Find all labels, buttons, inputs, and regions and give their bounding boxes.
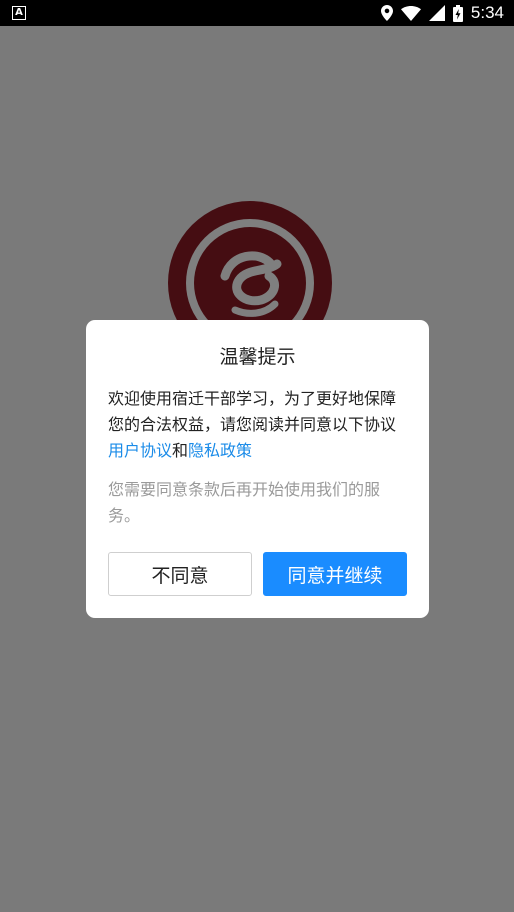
battery-charging-icon [452,4,463,22]
status-left: A [12,6,26,20]
agree-continue-button[interactable]: 同意并继续 [263,552,407,596]
status-time: 5:34 [470,3,504,22]
dialog-body: 欢迎使用宿迁干部学习，为了更好地保障您的合法权益，请您阅读并同意以下协议用户协议… [108,386,407,464]
dialog-buttons: 不同意 同意并继续 [108,552,407,596]
status-bar: A 5:34 [0,0,514,26]
privacy-dialog: 温馨提示 欢迎使用宿迁干部学习，为了更好地保障您的合法权益，请您阅读并同意以下协… [86,320,429,618]
privacy-policy-link[interactable]: 隐私政策 [188,441,252,460]
dialog-title: 温馨提示 [219,346,296,368]
wifi-icon [400,5,421,21]
dialog-body-conjunction: 和 [172,441,189,460]
disagree-button[interactable]: 不同意 [108,552,252,596]
status-right: 5:34 [380,3,504,23]
location-icon [380,5,393,21]
dialog-body-text: 欢迎使用宿迁干部学习，为了更好地保障您的合法权益，请您阅读并同意以下协议 [108,389,397,434]
signal-icon [428,5,445,21]
notification-app-icon: A [12,6,26,20]
user-agreement-link[interactable]: 用户协议 [108,441,172,460]
dialog-note: 您需要同意条款后再开始使用我们的服务。 [108,480,381,525]
